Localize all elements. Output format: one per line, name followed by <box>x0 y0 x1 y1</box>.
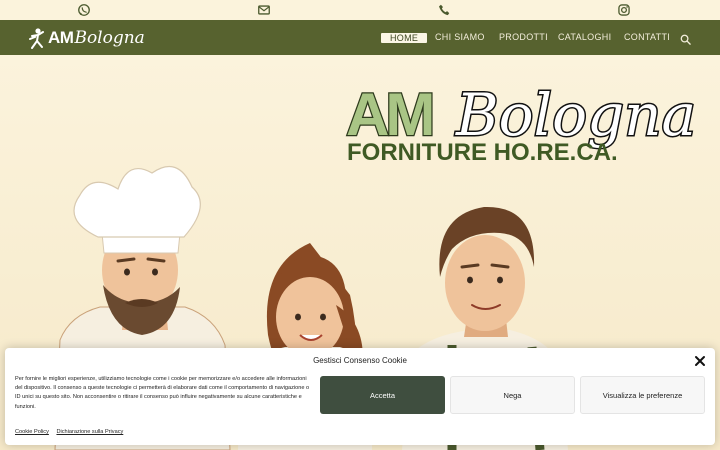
search-icon[interactable] <box>680 32 691 45</box>
phone-icon[interactable] <box>437 3 451 17</box>
cookie-consent-banner: Gestisci Consenso Cookie Per fornire le … <box>5 348 715 445</box>
hero-brand-am: AM <box>346 81 431 148</box>
site-logo[interactable]: AM Bologna <box>27 24 145 51</box>
cookie-description: Per fornire le migliori esperienze, util… <box>15 376 310 410</box>
accept-button[interactable]: Accetta <box>320 376 445 414</box>
privacy-statement-link[interactable]: Dichiarazione sulla Privacy <box>56 429 123 435</box>
logo-am-text: AM <box>48 27 74 47</box>
cookie-title: Gestisci Consenso Cookie <box>313 356 407 365</box>
instagram-icon[interactable] <box>617 3 631 17</box>
cookie-links: Cookie Policy Dichiarazione sulla Privac… <box>15 429 129 435</box>
nav-item-chi-siamo[interactable]: CHI SIAMO <box>435 32 485 42</box>
view-preferences-button[interactable]: Visualizza le preferenze <box>580 376 705 414</box>
chef-figure-icon <box>29 27 44 49</box>
hero-brand-subtitle: FORNITURE HO.RE.CA. <box>347 139 618 166</box>
close-icon[interactable] <box>694 354 706 366</box>
main-navigation: AM Bologna HOME CHI SIAMO PRODOTTI CATAL… <box>0 20 720 55</box>
nav-item-home[interactable]: HOME <box>381 33 428 43</box>
nav-item-cataloghi[interactable]: CATALOGHI <box>558 32 611 42</box>
contact-bar <box>0 0 720 20</box>
whatsapp-icon[interactable] <box>77 3 91 17</box>
logo-bologna-text: Bologna <box>74 27 145 48</box>
nav-item-contatti[interactable]: CONTATTI <box>624 32 670 42</box>
nav-item-prodotti[interactable]: PRODOTTI <box>499 32 548 42</box>
mail-icon[interactable] <box>257 3 271 17</box>
deny-button[interactable]: Nega <box>450 376 575 414</box>
hero-brand-logo: AM Bologna FORNITURE HO.RE.CA. <box>345 80 698 167</box>
cookie-policy-link[interactable]: Cookie Policy <box>15 429 49 435</box>
